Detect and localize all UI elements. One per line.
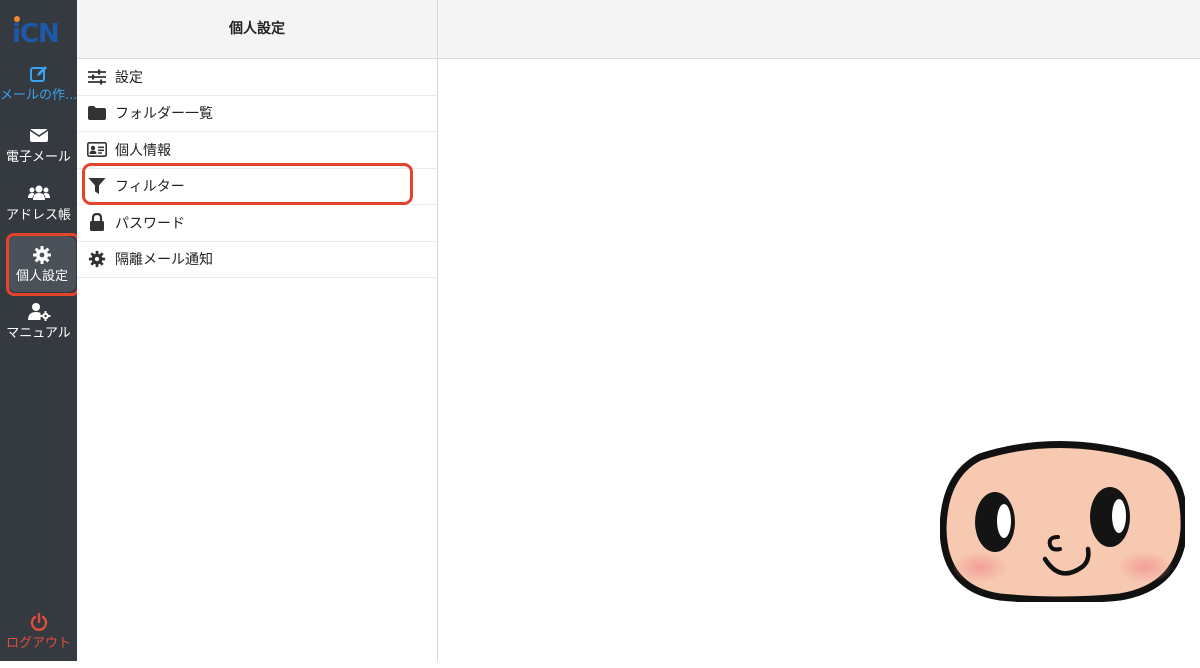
user-gear-icon [0,302,77,324]
mascot-illustration [939,437,1188,604]
nav-manual[interactable]: マニュアル [0,302,77,358]
sliders-icon [87,67,107,87]
left-nav: iCN メールの作... 電子メール アドレス帳 個人設定 マニュアル ログアウ… [0,0,77,661]
logo-text: iCN [12,19,60,49]
nav-manual-label: マニュアル [6,326,71,341]
users-icon [0,184,77,206]
nav-compose[interactable]: メールの作... [0,64,77,120]
settings-item-folders[interactable]: フォルダー一覧 [77,96,437,132]
nav-compose-label: メールの作... [0,88,77,103]
nav-logout[interactable]: ログアウト [0,612,77,668]
settings-item-password[interactable]: パスワード [77,205,437,242]
settings-item-label: 隔離メール通知 [115,252,213,269]
settings-item-preferences[interactable]: 設定 [77,59,437,96]
nav-address-book-label: アドレス帳 [5,208,71,223]
settings-item-label: パスワード [115,215,185,232]
settings-item-label: 設定 [115,69,143,86]
id-card-icon [87,140,107,160]
settings-panel: 個人設定 設定 フォルダー一覧 個人情報 フィルター パスワード 隔離メール通知 [77,0,438,661]
power-icon [0,612,77,634]
app-logo[interactable]: iCN [12,16,64,50]
lock-icon [87,213,107,233]
compose-icon [0,64,77,86]
folder-icon [87,103,107,123]
highlight-filter-item [82,163,413,205]
nav-logout-label: ログアウト [5,636,71,651]
settings-panel-title: 個人設定 [77,0,437,59]
highlight-nav-settings [6,233,80,296]
nav-address-book[interactable]: アドレス帳 [0,184,77,240]
settings-item-quarantine-notice[interactable]: 隔離メール通知 [77,242,437,278]
gear-icon [87,249,107,269]
nav-email[interactable]: 電子メール [0,126,77,182]
envelope-icon [0,126,77,148]
nav-email-label: 電子メール [5,150,71,165]
content-header [438,0,1200,59]
settings-item-label: フォルダー一覧 [115,106,213,123]
settings-item-label: 個人情報 [115,142,171,159]
